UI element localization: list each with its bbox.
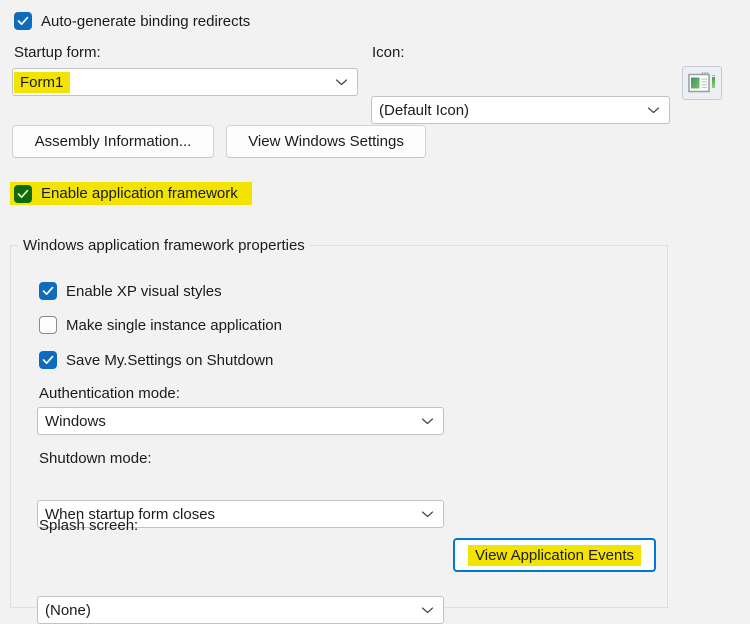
icon-preview-button[interactable] <box>682 66 722 100</box>
shutdown-mode-value: When startup form closes <box>38 506 215 523</box>
authentication-mode-value: Windows <box>38 413 106 430</box>
checkbox-checked-icon[interactable] <box>14 185 32 203</box>
chevron-down-icon[interactable] <box>421 413 434 430</box>
save-my-settings-label: Save My.Settings on Shutdown <box>66 352 273 369</box>
splash-screen-combo[interactable]: (None) <box>37 596 444 624</box>
authentication-mode-label: Authentication mode: <box>39 385 180 402</box>
auto-generate-binding-redirects-row[interactable]: Auto-generate binding redirects <box>14 12 250 30</box>
chevron-down-icon[interactable] <box>335 74 348 91</box>
checkbox-checked-icon[interactable] <box>14 12 32 30</box>
startup-form-label: Startup form: <box>14 44 101 61</box>
enable-application-framework-row[interactable]: Enable application framework <box>10 182 252 205</box>
view-application-events-button[interactable]: View Application Events <box>453 538 656 572</box>
chevron-down-icon[interactable] <box>421 506 434 523</box>
splash-screen-value: (None) <box>38 602 91 619</box>
checkbox-checked-icon[interactable] <box>39 282 57 300</box>
auto-generate-binding-redirects-label: Auto-generate binding redirects <box>41 13 250 30</box>
make-single-instance-row[interactable]: Make single instance application <box>39 316 282 334</box>
save-my-settings-row[interactable]: Save My.Settings on Shutdown <box>39 351 273 369</box>
startup-form-value: Form1 <box>13 74 63 91</box>
assembly-information-button[interactable]: Assembly Information... <box>12 125 214 158</box>
checkbox-unchecked-icon[interactable] <box>39 316 57 334</box>
view-windows-settings-button[interactable]: View Windows Settings <box>226 125 426 158</box>
authentication-mode-combo[interactable]: Windows <box>37 407 444 435</box>
checkbox-checked-icon[interactable] <box>39 351 57 369</box>
annotation-highlight: View Application Events <box>468 545 641 566</box>
enable-xp-visual-styles-label: Enable XP visual styles <box>66 283 222 300</box>
form-preview-icon <box>688 72 716 94</box>
groupbox-title: Windows application framework properties <box>18 236 310 256</box>
make-single-instance-label: Make single instance application <box>66 317 282 334</box>
chevron-down-icon[interactable] <box>647 102 660 119</box>
windows-application-framework-groupbox: Windows application framework properties… <box>10 245 668 608</box>
shutdown-mode-label: Shutdown mode: <box>39 450 152 467</box>
icon-value: (Default Icon) <box>372 102 469 119</box>
icon-label: Icon: <box>372 44 405 61</box>
chevron-down-icon[interactable] <box>421 602 434 619</box>
icon-combo[interactable]: (Default Icon) <box>371 96 670 124</box>
startup-form-combo[interactable]: Form1 <box>12 68 358 96</box>
enable-application-framework-label: Enable application framework <box>41 185 238 202</box>
enable-xp-visual-styles-row[interactable]: Enable XP visual styles <box>39 282 222 300</box>
